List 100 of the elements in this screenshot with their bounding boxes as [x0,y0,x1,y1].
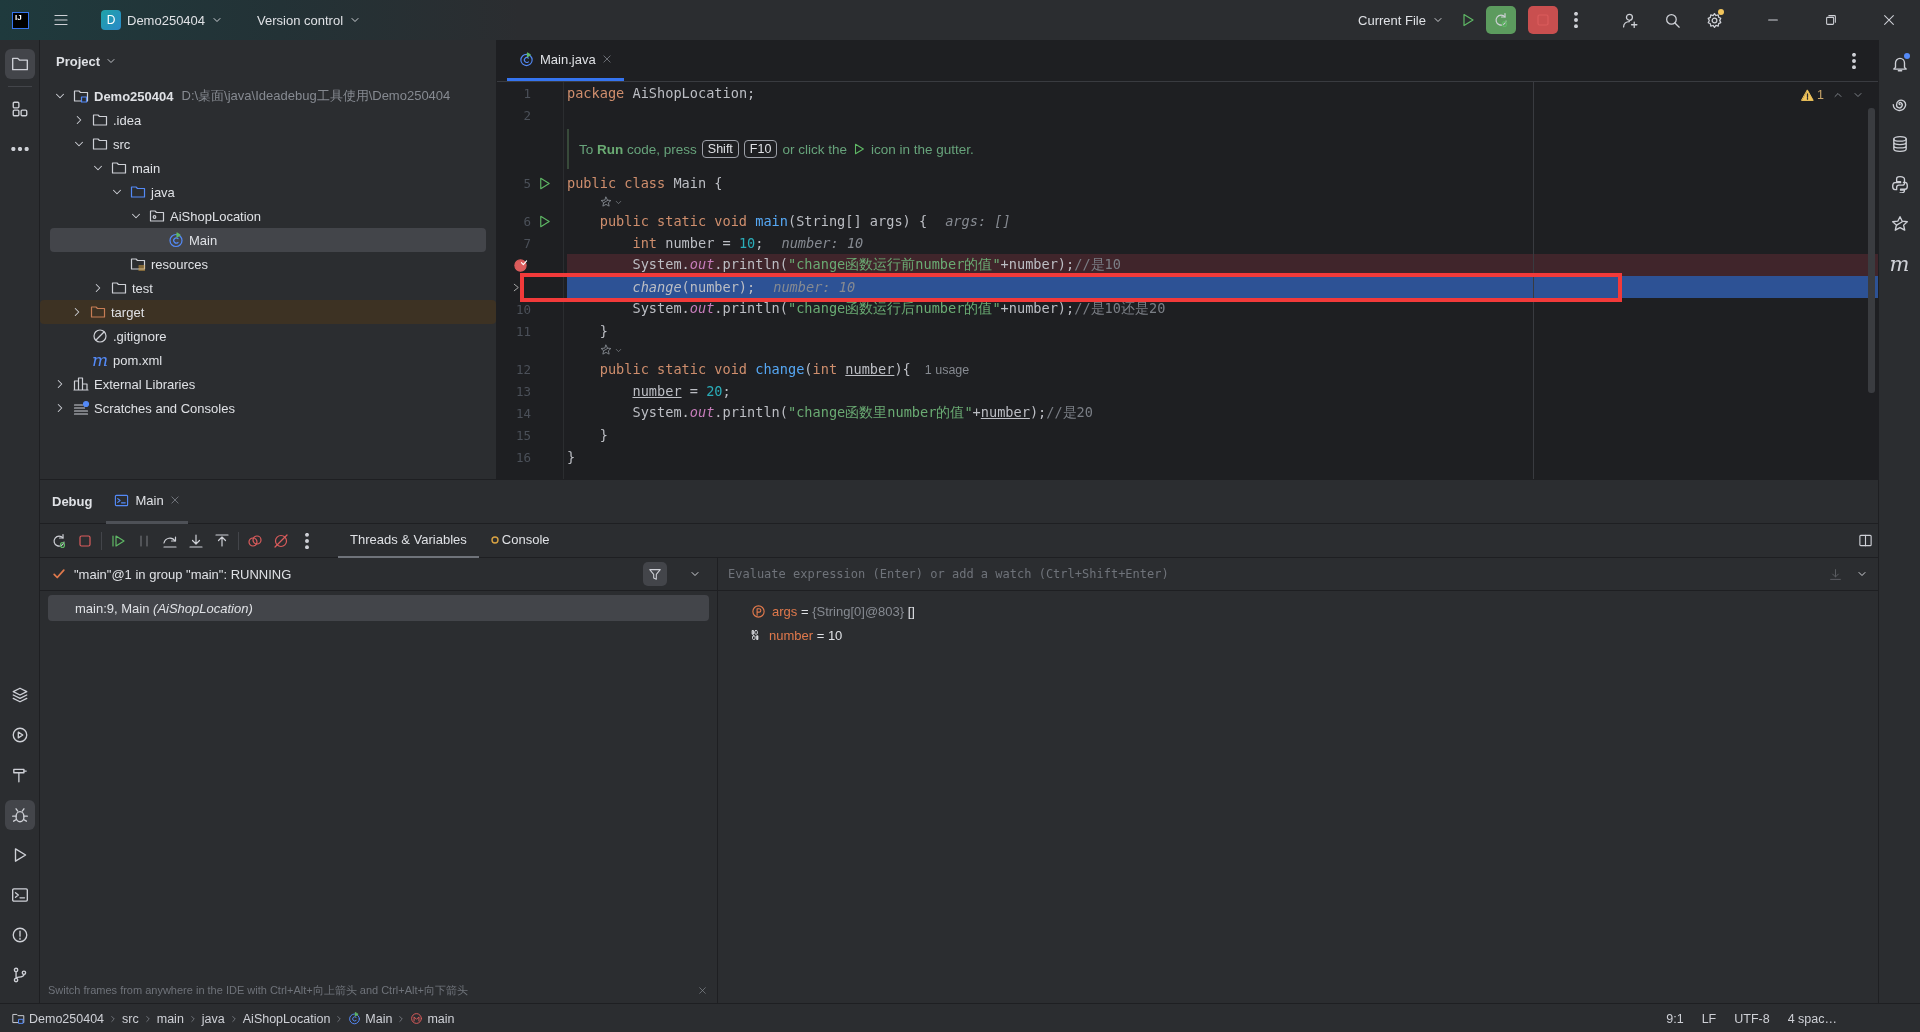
code-token: .println( [714,300,788,316]
package-folder-icon [149,208,165,224]
scratches-icon [73,400,89,416]
code-token: out [689,300,715,316]
code-token: .println( [714,404,788,420]
tree-item[interactable]: Scratches and Consoles [50,396,486,420]
code-token: number [845,361,895,377]
code-token: ); [1029,404,1047,420]
debug-tool-button[interactable] [4,800,35,830]
breadcrumb[interactable]: main [156,1011,184,1026]
console-status-icon [490,535,499,544]
evaluate-field[interactable]: Evaluate expression (Enter) or add a watch (Ctrl+Shift+Enter) [718,558,1829,590]
status-item[interactable]: 9:1 [1659,1011,1691,1026]
tree-item[interactable]: main [50,156,486,180]
app-logo[interactable]: IJ [12,11,29,29]
code-token: 20 [706,383,723,399]
breadcrumb[interactable]: Demo250404 [12,1011,105,1026]
code-token: +number); [1000,256,1075,272]
close-tab-icon [169,495,180,505]
inline-value-hint: args: [] [945,213,1011,229]
folder-icon [92,112,108,128]
warning-count[interactable]: 1 [1801,88,1824,102]
keyboard-key: F10 [743,140,778,158]
code-token: System. [631,404,690,420]
tree-item[interactable]: src [50,132,486,156]
layout-icon [1857,533,1873,548]
tree-item[interactable]: target [40,300,496,324]
code-token: } [598,323,608,339]
tree-item[interactable]: m pom.xml [50,348,486,372]
module-icon [12,1012,25,1025]
code-token: ; [722,383,731,399]
source-folder-icon [130,184,146,200]
code-token: //是10还是20 [1074,300,1166,316]
project-tool-button[interactable] [4,49,35,79]
more-icon [1852,52,1856,69]
filter-icon [648,567,662,581]
run-hint-text: To Run code, press [579,141,697,157]
status-item[interactable]: LF [1694,1011,1724,1026]
stack-frame[interactable]: main:9, Main (AiShopLocation) [48,595,709,621]
code-token: 10 [738,235,756,251]
tree-item[interactable]: java [50,180,486,204]
filter-button[interactable] [643,562,667,586]
check-icon [52,567,66,581]
star-icon [600,196,612,208]
terminal-tool-icon [10,886,29,904]
warning-icon [1801,88,1815,102]
tree-item[interactable]: AiShopLocation [50,204,486,228]
run-hint-text: icon in the gutter. [870,141,974,157]
tree-item[interactable]: .gitignore [50,324,486,348]
tree-item[interactable]: test [50,276,486,300]
thread-selector[interactable]: "main"@1 in group "main": RUNNING [74,566,292,582]
code-token: = [688,383,699,399]
status-item[interactable]: 4 spac… [1780,1011,1844,1026]
code-token: ){ [894,361,911,377]
breadcrumb[interactable]: Main [348,1011,393,1026]
more-tool-icon [10,147,29,151]
code-token: (number); [681,279,756,295]
breadcrumb[interactable]: java [201,1011,225,1026]
notifications-icon [1890,55,1909,73]
debug-rerun-button[interactable] [1486,6,1516,34]
view-title-menu[interactable]: Project [52,50,122,72]
code-token: Main { [673,175,723,191]
class-icon [168,232,184,248]
tree-item[interactable]: Main [50,228,486,252]
tree-item[interactable]: External Libraries [50,372,486,396]
code-token: "change函数运行前number的值" [788,256,1001,272]
code-token: main [755,213,788,229]
panel-title: Debug [52,494,93,509]
folder-icon [92,136,108,152]
breadcrumb[interactable]: src [122,1011,139,1026]
method-icon [410,1012,424,1025]
class-icon [348,1012,362,1025]
code-token: + [972,404,981,420]
code-token: } [567,449,576,465]
code-token: .println( [714,256,788,272]
run-hint-text: or click the [782,141,847,157]
variable-entry[interactable]: args = {String[0]@803} [] [772,603,915,619]
close-icon [1882,13,1896,27]
status-item[interactable]: UTF-8 [1727,1011,1777,1026]
breadcrumb[interactable]: main [410,1011,455,1026]
code-token: (String[] args) { [788,213,928,229]
run-icon [1460,12,1476,28]
tree-item[interactable]: .idea [50,108,486,132]
code-token: public static void [598,361,749,377]
variable-entry[interactable]: number = 10 [769,627,843,643]
version-control-menu[interactable]: Version control [251,5,368,35]
tree-item[interactable]: Demo250404 D:\桌面\java\Ideadebug工具使用\Demo250404 [50,84,486,108]
star-tool-icon [1890,215,1909,233]
parameter-icon [751,603,766,619]
debug-tab[interactable]: Console [478,523,562,558]
run-configuration-selector[interactable]: Current File [1352,5,1450,35]
maven-button[interactable]: m [1884,249,1915,279]
breadcrumb[interactable]: AiShopLocation [242,1011,331,1026]
project-switcher-menu[interactable]: D Demo250404 [95,5,230,35]
tree-item[interactable]: resources [50,252,486,276]
close-tab-icon [601,54,612,64]
session-tab[interactable]: Main [106,479,188,524]
close-tip-icon [697,985,707,995]
scrollbar[interactable] [1868,108,1875,393]
build-tool-icon [10,766,29,784]
